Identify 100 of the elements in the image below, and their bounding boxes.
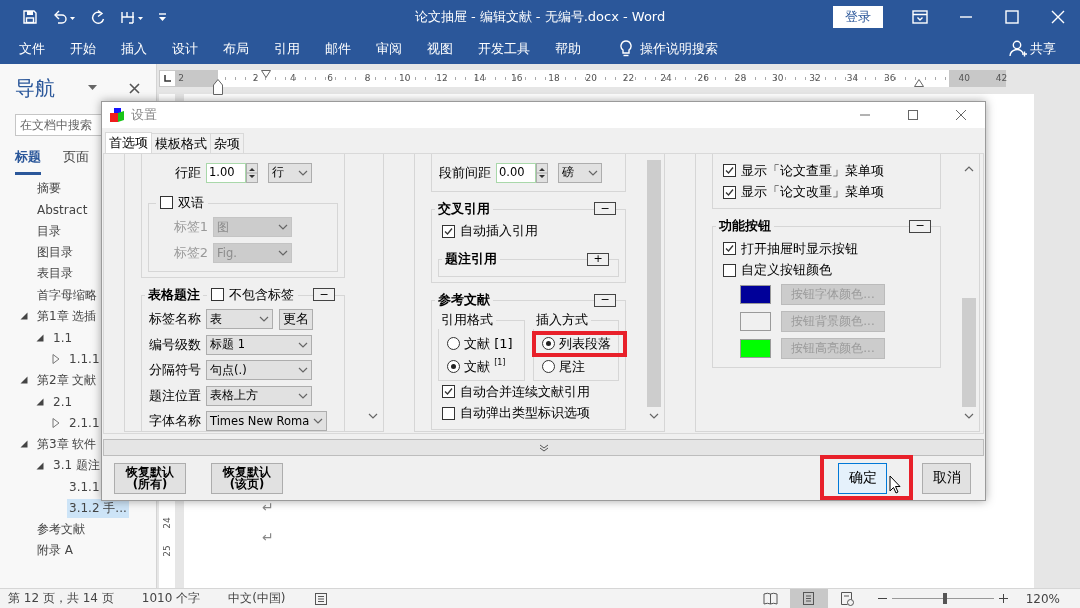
radio-button[interactable] [447, 360, 460, 373]
dropdown[interactable]: 标题 1 [206, 334, 312, 355]
spin-field[interactable]: 0.00 [496, 162, 536, 183]
spinner-icon[interactable] [246, 162, 258, 183]
expanded-triangle-icon[interactable] [36, 461, 44, 470]
spin-field[interactable]: 1.00 [206, 162, 246, 183]
scrollbar-thumb[interactable] [962, 297, 976, 407]
expanded-triangle-icon[interactable] [36, 333, 44, 342]
checkbox[interactable] [442, 406, 455, 420]
dropdown[interactable]: 磅 [558, 162, 602, 183]
heading-item[interactable]: 首字母缩略 [35, 285, 99, 305]
dropdown[interactable]: 句点(.) [206, 360, 312, 381]
checkbox[interactable] [723, 263, 736, 277]
toggle-button[interactable]: − [594, 293, 616, 307]
tell-me-search[interactable]: 操作说明搜索 [607, 33, 730, 64]
heading-item[interactable]: 摘要 [35, 179, 63, 199]
redo-icon[interactable] [90, 8, 106, 25]
pane-tab[interactable]: 标题 [15, 148, 41, 175]
heading-item[interactable]: 1.1 [51, 329, 75, 346]
right-indent-icon[interactable] [914, 79, 924, 87]
collapsed-triangle-icon[interactable] [52, 354, 60, 364]
sign-in-button[interactable]: 登录 [833, 5, 883, 28]
ribbon-tab[interactable]: 帮助 [542, 33, 593, 64]
radio-button[interactable] [541, 360, 555, 373]
toggle-button[interactable]: − [909, 219, 931, 233]
ribbon-tab[interactable]: 审阅 [363, 33, 414, 64]
heading-item[interactable]: 目录 [35, 221, 63, 241]
undo-icon[interactable] [52, 8, 76, 25]
radio-button[interactable] [541, 337, 555, 350]
heading-item[interactable]: 附录 A [35, 541, 76, 561]
ribbon-tab[interactable]: 邮件 [312, 33, 363, 64]
language[interactable]: 中文(中国) [228, 590, 286, 607]
checkbox[interactable] [160, 196, 173, 209]
checkbox[interactable] [211, 288, 224, 301]
toggle-button[interactable]: − [313, 288, 335, 301]
left-indent-icon[interactable] [213, 79, 223, 95]
expanded-triangle-icon[interactable] [36, 397, 44, 406]
ribbon-tab[interactable]: 引用 [261, 33, 312, 64]
scrollbar-thumb[interactable] [647, 160, 661, 407]
zoom-level[interactable]: 120% [1025, 591, 1060, 606]
heading-item[interactable]: 表目录 [35, 264, 75, 284]
ribbon-tab[interactable]: 视图 [414, 33, 465, 64]
maximize-icon[interactable] [907, 109, 919, 121]
tab-stop-selector[interactable] [159, 70, 176, 87]
ribbon-tab[interactable]: 文件 [6, 33, 57, 64]
view-button[interactable] [789, 589, 828, 608]
tab[interactable]: 模板格式 [151, 133, 211, 153]
heading-item[interactable]: 第3章 软件 [35, 434, 99, 454]
caret-icon[interactable] [88, 85, 97, 91]
dropdown[interactable]: 表格上方 [206, 385, 312, 406]
dialog-button[interactable]: 恢复默认 (该页) [211, 462, 283, 494]
rename-button[interactable]: 更名 [279, 308, 313, 330]
first-line-indent-icon[interactable] [261, 70, 271, 78]
expanded-triangle-icon[interactable] [20, 376, 28, 385]
ribbon-tab[interactable]: 设计 [159, 33, 210, 64]
heading-item[interactable]: 3.1.1 [67, 478, 102, 495]
ribbon-tab[interactable]: 插入 [108, 33, 159, 64]
pane-tab[interactable]: 页面 [63, 148, 89, 175]
ribbon-tab[interactable]: 开始 [57, 33, 108, 64]
dialog-button[interactable]: 恢复默认 (所有) [114, 462, 186, 494]
checkbox[interactable] [442, 385, 455, 399]
radio-button[interactable] [447, 337, 460, 350]
expanded-triangle-icon[interactable] [20, 440, 28, 449]
heading-item[interactable]: 2.1 [51, 393, 75, 410]
word-count[interactable]: 1010 个字 [141, 590, 201, 607]
checkbox[interactable] [442, 224, 455, 238]
heading-item[interactable]: 3.1 题注 [51, 456, 102, 475]
toggle-button[interactable]: − [594, 202, 616, 215]
close-icon[interactable] [955, 109, 967, 121]
dropdown[interactable]: 表 [206, 309, 273, 330]
ribbon-tab[interactable]: 布局 [210, 33, 261, 64]
dropdown[interactable]: Times New Roma [206, 411, 328, 431]
slider-thumb[interactable] [942, 592, 947, 604]
close-icon[interactable] [129, 82, 140, 94]
ribbon-tab[interactable]: 开发工具 [465, 33, 542, 64]
share-button[interactable]: 共享 [996, 33, 1068, 64]
tab[interactable]: 首选项 [105, 132, 152, 153]
heading-item[interactable]: Abstract [35, 201, 90, 218]
heading-item[interactable]: 第1章 选插 [35, 306, 99, 326]
tab[interactable]: 杂项 [210, 133, 244, 153]
zoom-in-button[interactable] [996, 594, 1010, 603]
heading-item[interactable]: 1.1.1 [67, 351, 102, 367]
heading-item[interactable]: 第2章 文献 [35, 370, 99, 390]
page-count[interactable]: 第 12 页，共 14 页 [8, 590, 114, 607]
expanded-triangle-icon[interactable] [20, 312, 28, 321]
proofing-icon[interactable] [313, 591, 328, 606]
ribbon-display-icon[interactable] [912, 9, 928, 24]
toggle-button[interactable]: + [587, 252, 609, 266]
checkbox[interactable] [723, 242, 736, 256]
heading-item[interactable]: 2.1.1 [67, 414, 102, 431]
heading-item[interactable]: 图目录 [35, 243, 75, 263]
collapsed-triangle-icon[interactable] [52, 417, 60, 428]
customize-icon[interactable] [158, 10, 167, 23]
dropdown[interactable]: 行 [268, 162, 312, 183]
heading-item[interactable]: 参考文献 [35, 519, 87, 539]
spinner-icon[interactable] [536, 162, 548, 183]
checkbox[interactable] [723, 164, 736, 178]
heading-item[interactable]: 3.1.2 手... [67, 498, 129, 518]
checkbox[interactable] [723, 185, 736, 199]
dialog-button[interactable]: 确定 [838, 462, 887, 494]
